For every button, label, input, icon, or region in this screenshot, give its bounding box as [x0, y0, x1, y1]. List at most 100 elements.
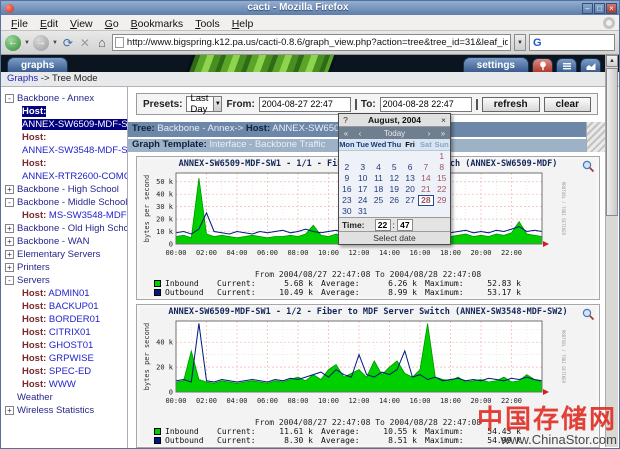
calendar-nav-arrow-4[interactable]: » [436, 129, 450, 138]
calendar-day-19[interactable]: 19 [386, 184, 402, 195]
menu-item-file[interactable]: File [5, 18, 34, 30]
menu-item-view[interactable]: View [64, 18, 99, 30]
zoom-graph-icon[interactable] [582, 160, 595, 178]
from-date-input[interactable] [259, 97, 351, 112]
calendar-day-29[interactable]: 29 [434, 195, 450, 206]
url-history-dropdown-icon[interactable]: ▼ [514, 34, 526, 51]
calendar-day-4[interactable]: 4 [371, 162, 387, 173]
calendar-day-6[interactable]: 6 [402, 162, 418, 173]
calendar-day-5[interactable]: 5 [386, 162, 402, 173]
maximize-button[interactable]: □ [594, 3, 605, 14]
calendar-day-9[interactable]: 9 [339, 173, 355, 184]
calendar-day-15[interactable]: 15 [434, 173, 450, 184]
preset-select[interactable]: Last Day ▼ [186, 96, 222, 112]
tree-view-tab-icon[interactable] [532, 58, 553, 72]
collapse-icon[interactable]: - [5, 198, 14, 207]
expand-icon[interactable]: + [5, 237, 14, 246]
sidebar-host-annex-sw6509-mdf-sw1[interactable]: Host:ANNEX-SW6509-MDF-SW1 [5, 105, 127, 131]
calendar-nav-arrow-0[interactable]: « [339, 129, 353, 138]
calendar-day-11[interactable]: 11 [371, 173, 387, 184]
calendar-nav-arrow-1[interactable]: ‹ [353, 129, 367, 138]
sidebar-item-backbone-annex[interactable]: -Backbone - Annex [5, 92, 127, 105]
sidebar-host-www[interactable]: Host: WWW [5, 378, 127, 391]
calendar-day-17[interactable]: 17 [355, 184, 371, 195]
reload-icon[interactable]: ⟳ [61, 36, 75, 50]
calendar-day-16[interactable]: 16 [339, 184, 355, 195]
expand-icon[interactable]: + [5, 224, 14, 233]
back-icon[interactable]: ← [5, 35, 21, 51]
time-minute-input[interactable]: 47 [397, 219, 413, 231]
calendar-help-icon[interactable]: ? [339, 115, 352, 125]
sidebar-host-backup01[interactable]: Host: BACKUP01 [5, 300, 127, 313]
calendar-day-30[interactable]: 30 [339, 206, 355, 217]
minimize-button[interactable]: – [582, 3, 593, 14]
calendar-day-25[interactable]: 25 [371, 195, 387, 206]
calendar-today-button[interactable]: Today [367, 129, 422, 138]
calendar-day-27[interactable]: 27 [402, 195, 418, 206]
sidebar-item-backbone-old-high-school[interactable]: +Backbone - Old High School [5, 222, 127, 235]
calendar-day-1[interactable]: 1 [434, 151, 450, 162]
preview-view-tab-icon[interactable] [580, 58, 601, 72]
menu-item-help[interactable]: Help [226, 18, 260, 30]
calendar-day-12[interactable]: 12 [386, 173, 402, 184]
menu-item-tools[interactable]: Tools [189, 18, 226, 30]
tab-settings[interactable]: settings [463, 57, 529, 72]
expand-icon[interactable]: + [5, 185, 14, 194]
calendar-close-icon[interactable]: × [437, 115, 450, 125]
sidebar-item-backbone-high-school[interactable]: +Backbone - High School [5, 183, 127, 196]
sidebar-host-admin01[interactable]: Host: ADMIN01 [5, 287, 127, 300]
expand-icon[interactable]: + [5, 406, 14, 415]
menu-item-go[interactable]: Go [99, 18, 125, 30]
calendar-day-13[interactable]: 13 [402, 173, 418, 184]
sidebar-item-printers[interactable]: +Printers [5, 261, 127, 274]
clear-button[interactable]: clear [544, 97, 591, 112]
sidebar-host-border01[interactable]: Host: BORDER01 [5, 313, 127, 326]
calendar-day-28[interactable]: 28 [418, 195, 434, 206]
close-button[interactable]: × [606, 3, 617, 14]
expand-icon[interactable]: + [5, 250, 14, 259]
preset-dropdown-icon[interactable]: ▼ [213, 97, 221, 111]
calendar-day-26[interactable]: 26 [386, 195, 402, 206]
sidebar-host-spec-ed[interactable]: Host: SPEC-ED [5, 365, 127, 378]
back-dropdown-icon[interactable]: ▼ [24, 40, 30, 46]
calendar-day-10[interactable]: 10 [355, 173, 371, 184]
sidebar-item-backbone-wan[interactable]: +Backbone - WAN [5, 235, 127, 248]
tab-graphs[interactable]: graphs [7, 57, 68, 72]
calendar-day-2[interactable]: 2 [339, 162, 355, 173]
calendar-day-24[interactable]: 24 [355, 195, 371, 206]
calendar-day-21[interactable]: 21 [418, 184, 434, 195]
sidebar-host-citrix01[interactable]: Host: CITRIX01 [5, 326, 127, 339]
to-calendar-icon[interactable] [476, 99, 478, 110]
forward-icon[interactable]: → [33, 35, 49, 51]
calendar-day-18[interactable]: 18 [371, 184, 387, 195]
sidebar-item-wireless-statistics[interactable]: +Wireless Statistics [5, 404, 127, 417]
calendar-day-3[interactable]: 3 [355, 162, 371, 173]
calendar-nav-arrow-3[interactable]: › [422, 129, 436, 138]
stop-icon[interactable]: ✕ [78, 36, 92, 50]
time-hour-input[interactable]: 22 [375, 219, 391, 231]
calendar-day-7[interactable]: 7 [418, 162, 434, 173]
scrollbar-thumb[interactable] [606, 68, 618, 216]
sidebar-item-backbone-middle-school[interactable]: -Backbone - Middle School [5, 196, 127, 209]
to-date-input[interactable] [380, 97, 472, 112]
collapse-icon[interactable]: - [5, 276, 14, 285]
sidebar-host-grpwise[interactable]: Host: GRPWISE [5, 352, 127, 365]
home-icon[interactable]: ⌂ [95, 35, 109, 50]
sidebar-item-elementary-servers[interactable]: +Elementary Servers [5, 248, 127, 261]
calendar-day-23[interactable]: 23 [339, 195, 355, 206]
sidebar-host-annex-sw3548-mdf-sw2[interactable]: Host:ANNEX-SW3548-MDF-SW2 [5, 131, 127, 157]
sidebar-host-ghost01[interactable]: Host: GHOST01 [5, 339, 127, 352]
list-view-tab-icon[interactable] [556, 58, 577, 72]
breadcrumb-graphs-link[interactable]: Graphs [7, 73, 38, 84]
sidebar-item-servers[interactable]: -Servers [5, 274, 127, 287]
menu-item-bookmarks[interactable]: Bookmarks [125, 18, 190, 30]
search-input[interactable]: G [529, 34, 615, 51]
forward-dropdown-icon[interactable]: ▼ [52, 40, 58, 46]
panel-resize-grip[interactable] [586, 122, 606, 152]
scroll-up-icon[interactable]: ▲ [606, 55, 618, 67]
expand-icon[interactable]: + [5, 263, 14, 272]
calendar-day-8[interactable]: 8 [434, 162, 450, 173]
sidebar-host-annex-rtr2600-comcast[interactable]: Host:ANNEX-RTR2600-COMCAST [5, 157, 127, 183]
sidebar-host-ms-sw3548-mdf-sw1[interactable]: Host: MS-SW3548-MDF-SW1 [5, 209, 127, 222]
url-input[interactable] [127, 37, 508, 48]
